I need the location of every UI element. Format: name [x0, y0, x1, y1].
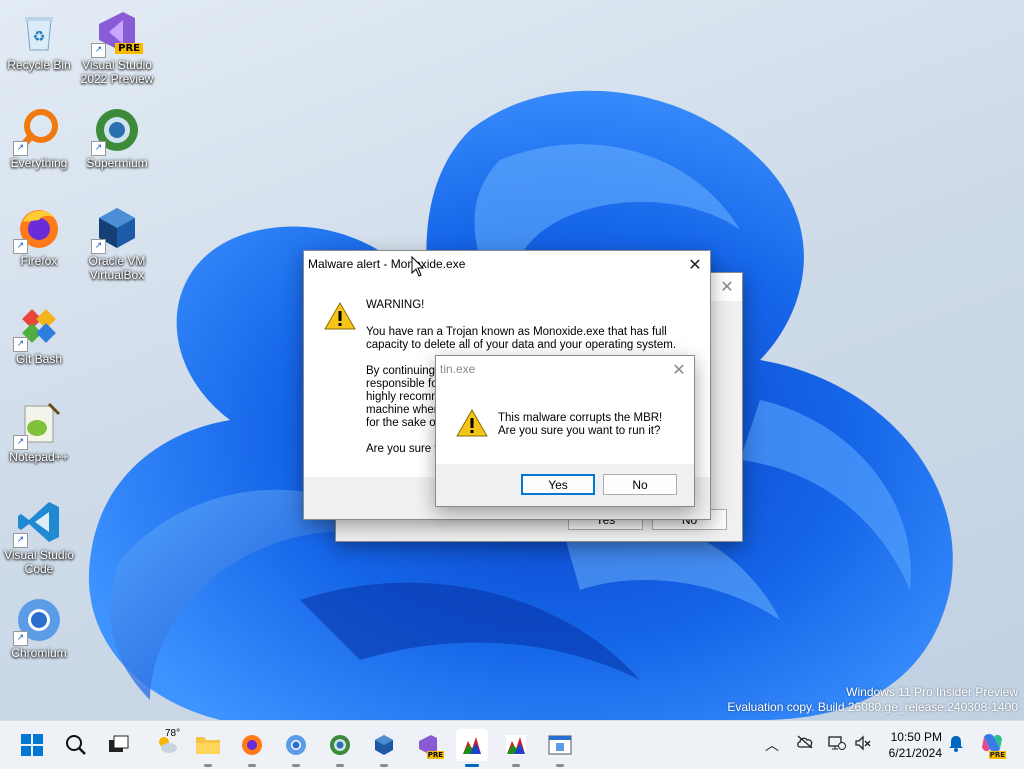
dialog-titlebar[interactable]: Malware alert - Monoxide.exe ✕ [304, 251, 710, 279]
visual-studio-icon: PRE ↗ [91, 8, 143, 58]
watermark-line-1: Windows 11 Pro Insider Preview [846, 685, 1018, 699]
desktop-icon-notepad-plus-plus[interactable]: ↗ Notepad++ [1, 400, 77, 464]
warning-icon [324, 301, 356, 331]
onedrive-offline-icon[interactable] [796, 735, 814, 753]
dialog-title: tin.exe [440, 362, 476, 376]
desktop-icon-label: Supermium [86, 156, 148, 170]
desktop-icon-firefox[interactable]: ↗ Firefox [1, 204, 77, 268]
tin-exe-dialog[interactable]: tin.exe ✕ This malware corrupts the MBR!… [435, 355, 695, 507]
yes-button[interactable]: Yes [521, 474, 595, 495]
desktop-icon-label: Firefox [20, 254, 58, 268]
desktop-icon-label: Chromium [11, 646, 67, 660]
taskbar-chromium[interactable] [280, 729, 312, 767]
dialog-titlebar[interactable]: tin.exe ✕ [436, 356, 694, 384]
tin-message: This malware corrupts the MBR! Are you s… [498, 412, 663, 437]
desktop-icon-visual-studio-2022[interactable]: PRE ↗ Visual Studio 2022 Preview [79, 8, 155, 86]
chromium-icon [286, 735, 306, 755]
shortcut-arrow-icon: ↗ [91, 43, 106, 58]
start-button[interactable] [16, 729, 48, 761]
virtualbox-icon [375, 735, 393, 755]
git-bash-icon: ↗ [13, 302, 63, 352]
shortcut-arrow-icon: ↗ [13, 435, 28, 450]
vscode-icon: ↗ [13, 498, 63, 548]
taskbar-tin-app[interactable] [500, 729, 532, 767]
system-clock[interactable]: 10:50 PM 6/21/2024 [889, 729, 942, 761]
pre-badge: PRE [988, 751, 1006, 759]
taskbar-file-explorer[interactable] [192, 729, 224, 767]
firefox-icon [242, 735, 262, 755]
close-icon[interactable]: ✕ [712, 273, 742, 301]
chromium-icon: ↗ [13, 596, 63, 646]
weather-temperature: 78° [165, 728, 181, 739]
shortcut-arrow-icon: ↗ [13, 631, 28, 646]
warning-heading: WARNING! [366, 299, 425, 311]
warning-paragraph-2: By continuing responsible fo highly reco… [366, 365, 441, 429]
svg-text:♻: ♻ [33, 29, 46, 45]
shortcut-arrow-icon: ↗ [13, 533, 28, 548]
desktop-icon-label: Oracle VM VirtualBox [88, 254, 146, 282]
clock-date: 6/21/2024 [888, 746, 942, 760]
firefox-icon: ↗ [13, 204, 63, 254]
supermium-icon: ↗ [91, 106, 141, 156]
shortcut-arrow-icon: ↗ [91, 239, 106, 254]
volume-muted-icon[interactable] [854, 735, 872, 755]
network-icon[interactable] [828, 735, 846, 755]
evaluation-watermark: Windows 11 Pro Insider Preview Evaluatio… [727, 685, 1018, 715]
task-view-icon [109, 735, 129, 752]
taskbar-firefox[interactable] [236, 729, 268, 767]
desktop-icon-recycle-bin[interactable]: ♻ Recycle Bin [1, 8, 77, 72]
pre-badge: PRE [115, 43, 143, 54]
clock-time: 10:50 PM [890, 730, 942, 744]
dialog-title: Malware alert - Monoxide.exe [308, 257, 466, 271]
recycle-bin-icon: ♻ [15, 8, 63, 56]
warning-paragraph-3: Are you sure y [366, 443, 441, 455]
desktop-icon-git-bash[interactable]: ↗ Git Bash [1, 302, 77, 366]
desktop-icon-label: Visual Studio 2022 Preview [80, 58, 154, 86]
notepad-plus-plus-icon: ↗ [13, 400, 63, 450]
taskbar-visual-studio-preview[interactable]: PRE [412, 729, 444, 761]
desktop-icon-label: Git Bash [15, 352, 63, 366]
search-button[interactable] [60, 729, 92, 761]
taskbar-virtualbox[interactable] [368, 729, 400, 767]
taskbar-window-app[interactable] [544, 729, 576, 767]
tin-app-icon [506, 735, 526, 755]
desktop-icon-label: Visual Studio Code [4, 548, 74, 576]
shortcut-arrow-icon: ↗ [13, 239, 28, 254]
monoxide-app-icon [462, 735, 482, 755]
warning-paragraph-1: You have ran a Trojan known as Monoxide.… [366, 326, 677, 351]
taskbar-supermium[interactable] [324, 729, 356, 767]
taskbar-monoxide-app[interactable] [456, 729, 488, 767]
desktop-icon-chromium[interactable]: ↗ Chromium [1, 596, 77, 660]
mouse-cursor-icon [411, 255, 425, 281]
close-icon[interactable]: ✕ [680, 251, 710, 279]
copilot-icon[interactable]: PRE [980, 731, 1006, 759]
close-icon[interactable]: ✕ [664, 356, 694, 384]
virtualbox-icon: ↗ [91, 204, 141, 254]
desktop-icon-everything[interactable]: ↗ Everything [1, 106, 77, 170]
desktop-icon-virtualbox[interactable]: ↗ Oracle VM VirtualBox [79, 204, 155, 282]
supermium-icon [330, 735, 350, 755]
shortcut-arrow-icon: ↗ [13, 337, 28, 352]
windows-logo-icon [21, 734, 43, 756]
no-button[interactable]: No [603, 474, 677, 495]
folder-icon [196, 737, 220, 754]
task-view-button[interactable] [103, 729, 135, 761]
notification-bell-icon[interactable] [948, 734, 964, 756]
search-icon [66, 735, 86, 755]
desktop-icon-label: Recycle Bin [7, 58, 71, 72]
shortcut-arrow-icon: ↗ [13, 141, 28, 156]
application-window-icon [548, 735, 572, 755]
taskbar: 78° PRE ︿ 10:50 PM 6/21/2024 PRE [0, 720, 1024, 769]
weather-widget[interactable]: 78° [147, 728, 187, 761]
pre-badge: PRE [426, 751, 444, 759]
warning-icon [456, 408, 488, 438]
shortcut-arrow-icon: ↗ [91, 141, 106, 156]
desktop-icon-supermium[interactable]: ↗ Supermium [79, 106, 155, 170]
desktop-icon-vscode[interactable]: ↗ Visual Studio Code [1, 498, 77, 576]
everything-search-icon: ↗ [13, 106, 63, 156]
desktop-icon-label: Everything [10, 156, 68, 170]
desktop-icon-label: Notepad++ [9, 450, 69, 464]
show-hidden-icons-chevron-icon[interactable]: ︿ [765, 735, 779, 755]
watermark-line-2: Evaluation copy. Build 26080.ge_release.… [727, 700, 1018, 714]
